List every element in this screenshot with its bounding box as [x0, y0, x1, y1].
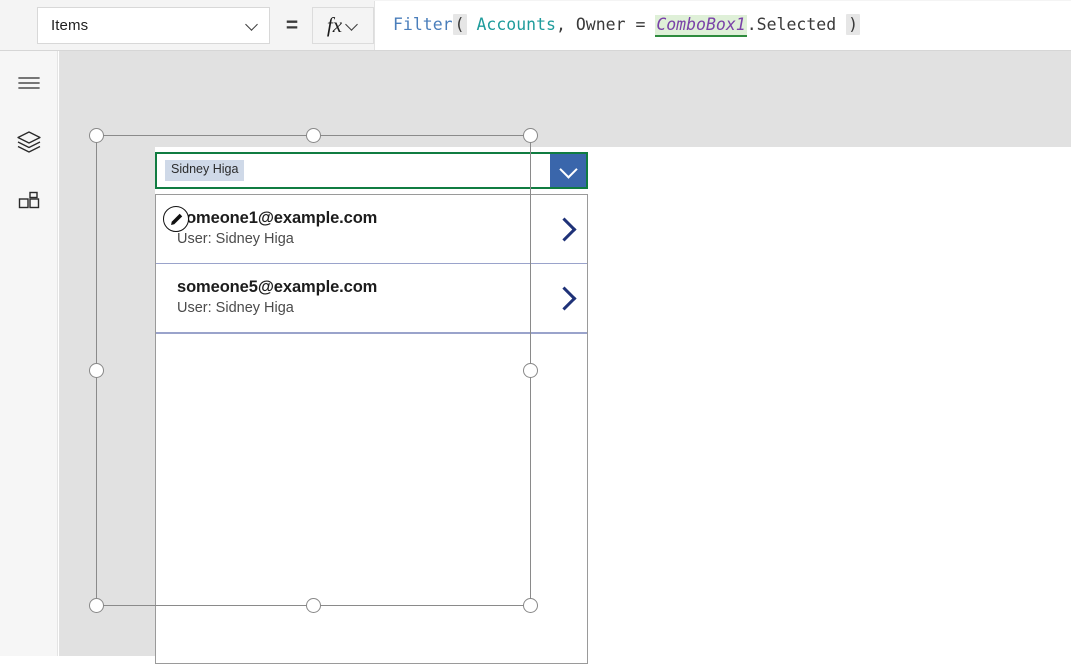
- resize-handle-top-center[interactable]: [306, 128, 321, 143]
- resize-handle-middle-left[interactable]: [89, 363, 104, 378]
- formula-token-paren: (: [452, 13, 467, 35]
- gallery-empty-area: [156, 333, 587, 334]
- formula-token-tbl: Accounts: [476, 14, 556, 34]
- formula-text: Filter( Accounts, Owner = ComboBox1.Sele…: [393, 13, 860, 37]
- resize-handle-middle-right[interactable]: [523, 363, 538, 378]
- resize-handle-bottom-left[interactable]: [89, 598, 104, 613]
- resize-handle-top-left[interactable]: [89, 128, 104, 143]
- formula-input[interactable]: Filter( Accounts, Owner = ComboBox1.Sele…: [374, 0, 1071, 50]
- chevron-right-glyph: [554, 219, 574, 239]
- edit-pencil-icon[interactable]: [163, 206, 189, 232]
- chevron-right-glyph: [554, 288, 574, 308]
- gallery-item-subtitle: User: Sidney Higa: [177, 231, 294, 248]
- formula-token-ctrl: ComboBox1: [655, 14, 747, 37]
- resize-handle-bottom-right[interactable]: [523, 598, 538, 613]
- layers-icon[interactable]: [13, 126, 45, 158]
- gallery-item-text: someone5@example.com User: Sidney Higa: [177, 277, 541, 318]
- chevron-down-icon: [246, 19, 259, 32]
- gallery-item-title: someone5@example.com: [177, 278, 378, 297]
- resize-handle-bottom-center[interactable]: [306, 598, 321, 613]
- canvas-workspace: Sidney Higa someone1@example.com User: S…: [59, 51, 1071, 666]
- formula-token-plain: .Selected: [746, 14, 847, 34]
- power-apps-studio: Items = fx Filter( Accounts, Owner = Com…: [0, 0, 1071, 666]
- gallery-item-subtitle: User: Sidney Higa: [177, 300, 294, 317]
- gallery-item-title: someone1@example.com: [177, 209, 378, 228]
- chevron-right-icon[interactable]: [541, 288, 587, 308]
- chevron-right-icon[interactable]: [541, 219, 587, 239]
- property-dropdown-label: Items: [51, 16, 89, 34]
- components-icon[interactable]: [13, 186, 45, 218]
- gallery-item[interactable]: someone1@example.com User: Sidney Higa: [156, 195, 587, 264]
- menu-icon[interactable]: [13, 67, 45, 99]
- combobox-control[interactable]: Sidney Higa: [155, 152, 588, 189]
- formula-token-paren: ): [846, 13, 860, 35]
- gallery-item[interactable]: someone5@example.com User: Sidney Higa: [156, 264, 587, 333]
- property-dropdown[interactable]: Items: [37, 6, 270, 44]
- formula-token-fn: Filter: [393, 14, 453, 34]
- chevron-down-icon: [346, 19, 359, 32]
- combobox-dropdown-button[interactable]: [550, 154, 586, 187]
- chevron-down-icon: [560, 163, 576, 179]
- gallery-control[interactable]: someone1@example.com User: Sidney Higa s…: [155, 194, 588, 664]
- combobox-selected-chip: Sidney Higa: [165, 160, 245, 181]
- formula-bar: Items = fx Filter( Accounts, Owner = Com…: [0, 0, 1071, 51]
- fx-label: fx: [326, 12, 343, 37]
- resize-handle-top-right[interactable]: [523, 128, 538, 143]
- equals-sign: =: [285, 13, 299, 37]
- gallery-item-text: someone1@example.com User: Sidney Higa: [177, 208, 541, 249]
- left-rail: [0, 51, 58, 656]
- formula-token-plain: , Owner =: [555, 14, 656, 34]
- formula-token-plain: [467, 15, 477, 34]
- fx-button[interactable]: fx: [312, 6, 374, 44]
